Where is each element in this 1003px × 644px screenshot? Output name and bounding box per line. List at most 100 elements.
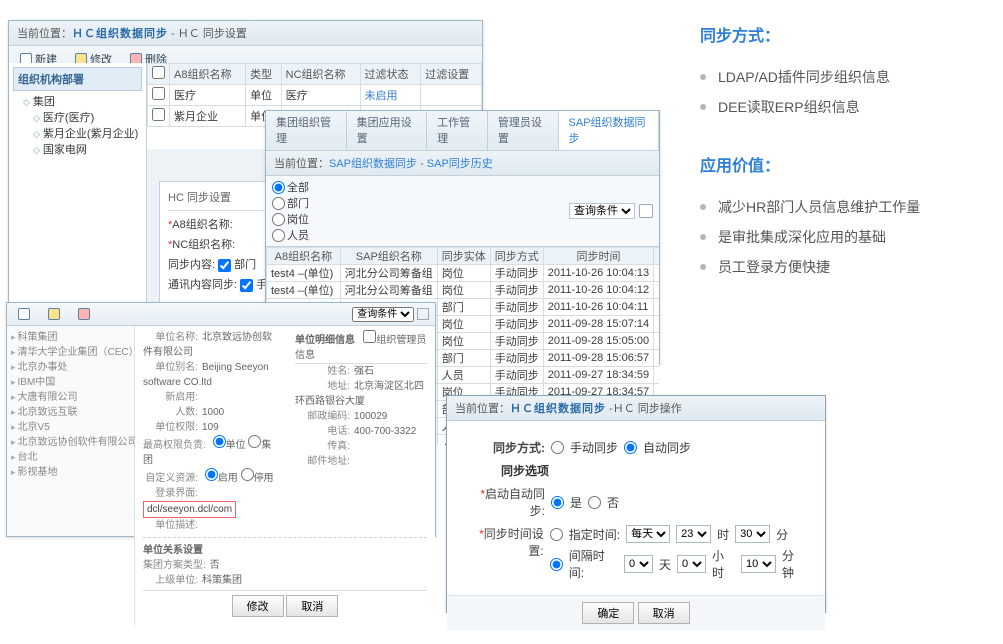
radio-group[interactable] bbox=[248, 435, 261, 448]
table-row[interactable]: 医疗单位医疗未启用 bbox=[148, 85, 482, 106]
cancel-button[interactable]: 取消 bbox=[286, 595, 338, 617]
unit-tree-list: 科策集团清华大学企业集团（CEC）运营研究…北京办事处IBM中国大唐有限公司北京… bbox=[11, 330, 130, 480]
tab[interactable]: 工作管理 bbox=[427, 111, 488, 150]
unit-tree[interactable]: 科策集团清华大学企业集团（CEC）运营研究…北京办事处IBM中国大唐有限公司北京… bbox=[7, 326, 135, 625]
tree-node[interactable]: 大唐有限公司 bbox=[11, 390, 130, 405]
radio-enable[interactable] bbox=[205, 468, 218, 481]
col-header: A8组织名称 bbox=[267, 248, 341, 265]
info-heading-value: 应用价值： bbox=[700, 152, 980, 176]
filter-radio[interactable]: 人员 bbox=[272, 227, 309, 243]
tree-node[interactable]: 医疗(医疗) bbox=[23, 110, 142, 126]
top-tabs: 集团组织管理集团应用设置工作管理管理员设置SAP组织数据同步 bbox=[266, 111, 659, 151]
tree-node[interactable]: 紫月企业(紫月企业) bbox=[23, 126, 142, 142]
breadcrumb: 当前位置：ＨＣ组织数据同步 -ＨＣ 同步操作 bbox=[447, 396, 825, 421]
label-contact-sync: 通讯内容同步: bbox=[168, 279, 237, 291]
info-panel: 同步方式： LDAP/AD插件同步组织信息DEE读取ERP组织信息 应用价值： … bbox=[700, 22, 980, 282]
edit-icon bbox=[48, 308, 60, 320]
label-sync-time: 同步时间设置: bbox=[484, 527, 544, 558]
delete-button[interactable] bbox=[73, 306, 95, 322]
label-sync-content: 同步内容: bbox=[168, 259, 215, 271]
ok-button[interactable]: 确定 bbox=[582, 602, 634, 624]
radio-interval[interactable] bbox=[550, 558, 563, 571]
info-item: DEE读取ERP组织信息 bbox=[700, 92, 980, 122]
tree-node[interactable]: 集团 bbox=[23, 94, 142, 110]
select-int-days[interactable]: 0 bbox=[624, 555, 653, 573]
row-checkbox[interactable] bbox=[152, 108, 165, 121]
col-filter-set: 过滤设置 bbox=[421, 64, 482, 85]
filter-select[interactable]: 查询条件 bbox=[569, 203, 635, 219]
tree-node[interactable]: 北京办事处 bbox=[11, 360, 130, 375]
tree-node[interactable]: 国家电网 bbox=[23, 142, 142, 158]
tree-node[interactable]: 北京V5 bbox=[11, 420, 130, 435]
col-type: 类型 bbox=[246, 64, 282, 85]
col-header: 同步时间 bbox=[543, 248, 653, 265]
radio-auto[interactable] bbox=[624, 441, 637, 454]
info-item: 减少HR部门人员信息维护工作量 bbox=[700, 192, 980, 222]
filter-radios: 全部 部门 岗位 人员 bbox=[272, 179, 309, 243]
breadcrumb: 当前位置：ＨＣ组织数据同步 - ＨＣ 同步设置 bbox=[9, 21, 482, 46]
section-sync-options: 同步选项 bbox=[501, 462, 805, 479]
filter-select[interactable]: 查询条件 bbox=[352, 307, 414, 322]
info-item: LDAP/AD插件同步组织信息 bbox=[700, 62, 980, 92]
hc-sync-operation-window: 当前位置：ＨＣ组织数据同步 -ＨＣ 同步操作 同步方式: 手动同步 自动同步 同… bbox=[446, 395, 826, 613]
select-int-hours[interactable]: 0 bbox=[677, 555, 706, 573]
col-header: 操作明细 bbox=[654, 248, 659, 265]
select-day[interactable]: 每天 bbox=[626, 525, 670, 543]
tab[interactable]: 管理员设置 bbox=[488, 111, 559, 150]
col-filter-status: 过滤状态 bbox=[360, 64, 421, 85]
tree-node[interactable]: 影视基地 bbox=[11, 465, 130, 480]
tree-node[interactable]: 台北 bbox=[11, 450, 130, 465]
search-icon[interactable] bbox=[417, 308, 429, 320]
tree-node[interactable]: 清华大学企业集团（CEC）运营研究… bbox=[11, 345, 130, 360]
radio-unit[interactable] bbox=[213, 435, 226, 448]
select-minute[interactable]: 30 bbox=[735, 525, 770, 543]
info-heading-sync: 同步方式： bbox=[700, 22, 980, 46]
tree-node[interactable]: 北京致远互联 bbox=[11, 405, 130, 420]
edit-button[interactable]: 修改 bbox=[232, 595, 284, 617]
radio-fixed-time[interactable] bbox=[550, 528, 563, 541]
tree-node[interactable]: IBM中国 bbox=[11, 375, 130, 390]
toolbar: 查询条件 bbox=[7, 303, 435, 326]
table-row[interactable]: test4 –(单位)河北分公司筹备组岗位手动同步2011-10-26 10:0… bbox=[267, 265, 660, 282]
chk-mobile[interactable] bbox=[240, 279, 253, 292]
col-header: 同步实体 bbox=[437, 248, 490, 265]
info-item: 员工登录方便快捷 bbox=[700, 252, 980, 282]
org-tree-list: 集团医疗(医疗)紫月企业(紫月企业)国家电网 bbox=[13, 94, 142, 158]
select-all-checkbox[interactable] bbox=[152, 66, 165, 79]
col-header: 同步方式 bbox=[490, 248, 543, 265]
radio-disable[interactable] bbox=[241, 468, 254, 481]
tab[interactable]: 集团组织管理 bbox=[266, 111, 347, 150]
filter-radio[interactable]: 全部 bbox=[272, 179, 309, 195]
delete-icon bbox=[78, 308, 90, 320]
info-list-value: 减少HR部门人员信息维护工作量是审批集成深化应用的基础员工登录方便快捷 bbox=[700, 192, 980, 282]
section-unit-relation: 单位关系设置 bbox=[143, 541, 427, 556]
select-hour[interactable]: 23 bbox=[676, 525, 711, 543]
tree-node[interactable]: 科策集团 bbox=[11, 330, 130, 345]
table-row[interactable]: test4 –(单位)河北分公司筹备组岗位手动同步2011-10-26 10:0… bbox=[267, 282, 660, 299]
radio-no[interactable] bbox=[588, 496, 601, 509]
filter-bar: 全部 部门 岗位 人员 查询条件 bbox=[266, 176, 659, 247]
select-int-mins[interactable]: 10 bbox=[741, 555, 776, 573]
tab[interactable]: 集团应用设置 bbox=[347, 111, 428, 150]
unit-detail-window: 查询条件 科策集团清华大学企业集团（CEC）运营研究…北京办事处IBM中国大唐有… bbox=[6, 302, 436, 537]
row-checkbox[interactable] bbox=[152, 87, 165, 100]
filter-radio[interactable]: 岗位 bbox=[272, 211, 309, 227]
col-a8name: A8组织名称 bbox=[170, 64, 246, 85]
sap-history-header: A8组织名称SAP组织名称同步实体同步方式同步时间操作明细 bbox=[267, 248, 660, 265]
radio-manual[interactable] bbox=[551, 441, 564, 454]
tree-node[interactable]: 北京致远协创软件有限公司 bbox=[11, 435, 130, 450]
org-tree[interactable]: 组织机构部署 集团医疗(医疗)紫月企业(紫月企业)国家电网 bbox=[9, 63, 147, 309]
tab[interactable]: SAP组织数据同步 bbox=[559, 111, 659, 150]
chk-admin-info[interactable] bbox=[363, 330, 376, 343]
chk-dept[interactable] bbox=[218, 259, 231, 272]
cancel-button[interactable]: 取消 bbox=[638, 602, 690, 624]
new-button[interactable] bbox=[13, 306, 35, 322]
label-a8-name: A8组织名称: bbox=[172, 219, 233, 231]
login-url-box[interactable]: dcl/seeyon.dcl/com bbox=[143, 501, 236, 518]
edit-button[interactable] bbox=[43, 306, 65, 322]
radio-yes[interactable] bbox=[551, 496, 564, 509]
search-icon[interactable] bbox=[639, 204, 653, 218]
filter-radio[interactable]: 部门 bbox=[272, 195, 309, 211]
org-tree-title: 组织机构部署 bbox=[13, 67, 142, 91]
info-item: 是审批集成深化应用的基础 bbox=[700, 222, 980, 252]
